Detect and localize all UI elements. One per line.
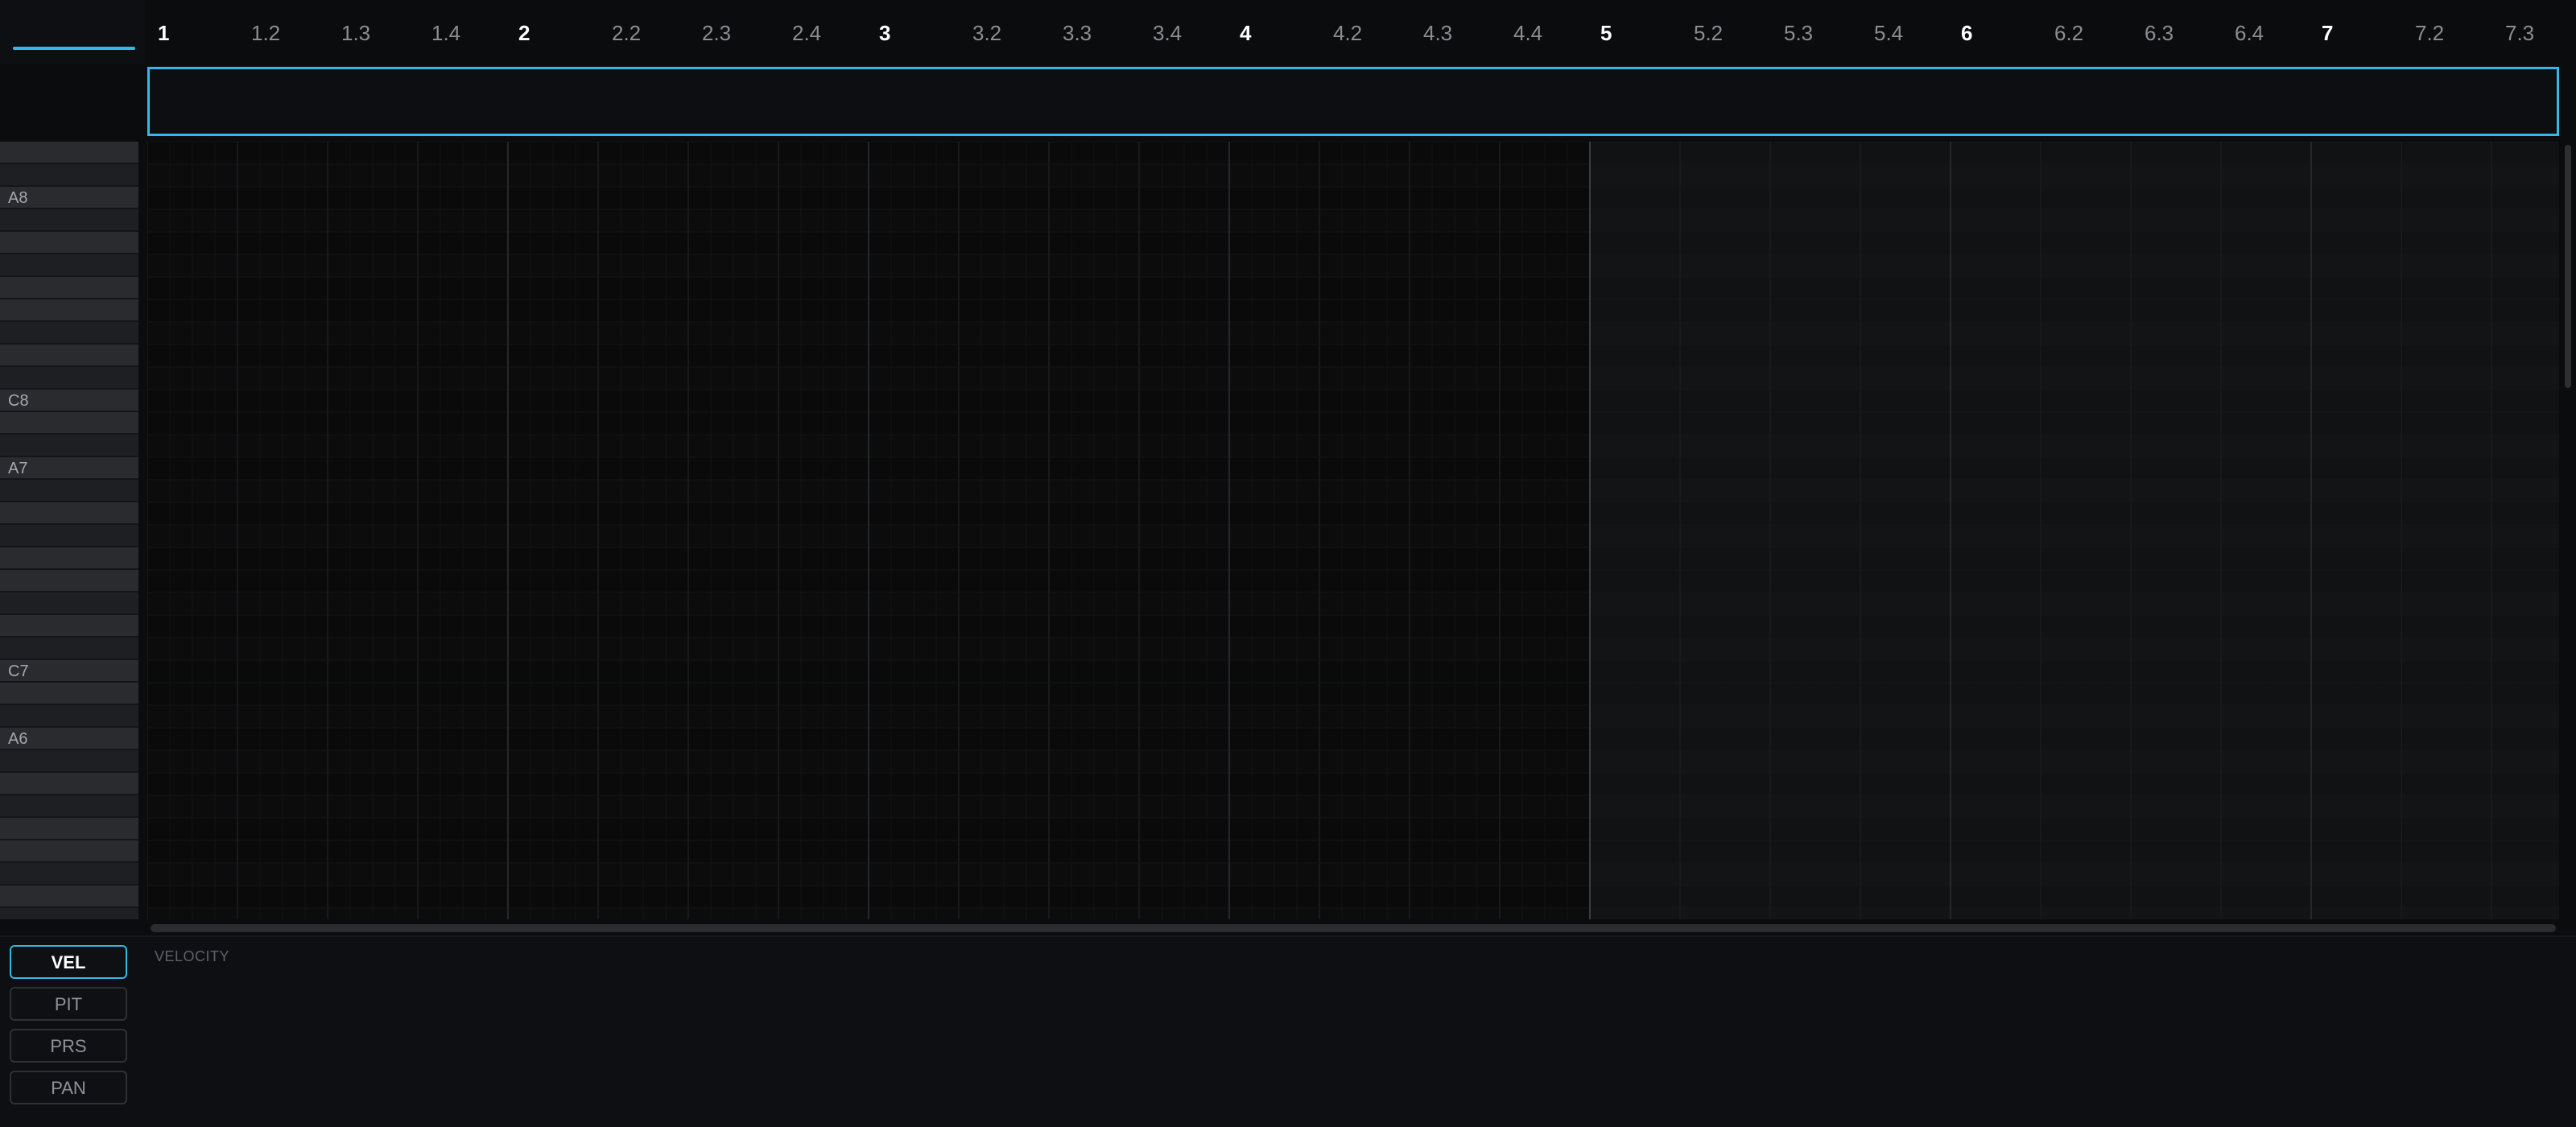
piano-key-f6[interactable] — [0, 818, 138, 840]
clip-region[interactable] — [147, 67, 2559, 136]
piano-key-as8[interactable] — [0, 164, 138, 187]
piano-key-gs6[interactable] — [0, 750, 138, 773]
piano-key-cs8[interactable] — [0, 367, 138, 390]
timeline-ruler[interactable]: 1 1.2 1.3 1.4 2 2.2 2.3 2.4 3 3.2 3.3 3.4 4 4.2 4.3 4.4… — [145, 0, 2576, 64]
key-label-a6: A6 — [8, 730, 28, 748]
piano-key-fs6[interactable] — [0, 795, 138, 818]
ruler-tick-2: 2 — [518, 21, 530, 45]
piano-key-b6[interactable] — [0, 683, 138, 705]
piano-key-as6[interactable] — [0, 705, 138, 728]
grid-row-shade — [147, 480, 2559, 502]
lane-title: VELOCITY — [155, 948, 230, 964]
ruler-tick-5-4: 5.4 — [1874, 21, 1904, 45]
note-grid[interactable] — [147, 142, 2559, 919]
piano-keyboard[interactable]: A8 C8 A7 C7 A6 — [0, 142, 138, 919]
piano-key-d6[interactable] — [0, 886, 138, 908]
grid-row-shade — [147, 254, 2559, 277]
ruler-tick-3-2: 3.2 — [972, 21, 1002, 45]
key-label-a7: A7 — [8, 460, 28, 477]
grid-row-shade — [147, 705, 2559, 728]
ruler-tick-1-4: 1.4 — [431, 21, 461, 45]
ruler-tick-7-2: 7.2 — [2415, 21, 2445, 45]
horizontal-scroll-thumb[interactable] — [151, 924, 2556, 932]
ruler-tick-1-3: 1.3 — [341, 21, 371, 45]
grid-canvas — [147, 142, 2559, 919]
ruler-tick-7-3: 7.3 — [2505, 21, 2535, 45]
piano-key-b8[interactable] — [0, 142, 138, 164]
piano-key-g6[interactable] — [0, 773, 138, 795]
grid-row-shade — [147, 164, 2559, 187]
ruler-tick-5: 5 — [1600, 21, 1612, 45]
key-label-c7: C7 — [8, 663, 29, 680]
piano-key-g7[interactable] — [0, 502, 138, 525]
ruler-tick-4: 4 — [1240, 21, 1252, 45]
piano-key-e6[interactable] — [0, 840, 138, 863]
vertical-scroll-thumb[interactable] — [2565, 145, 2571, 388]
piano-key-as7[interactable] — [0, 435, 138, 457]
ruler-tick-3-3: 3.3 — [1063, 21, 1092, 45]
lane-button-prs[interactable]: PRS — [10, 1029, 127, 1063]
piano-key-d7[interactable] — [0, 615, 138, 638]
piano-key-d8[interactable] — [0, 345, 138, 367]
key-label-c8: C8 — [8, 392, 29, 410]
corner-panel — [0, 0, 145, 64]
piano-key-fs7[interactable] — [0, 525, 138, 547]
ruler-tick-2-3: 2.3 — [702, 21, 732, 45]
ruler-tick-6-4: 6.4 — [2235, 21, 2264, 45]
ruler-tick-5-2: 5.2 — [1694, 21, 1724, 45]
piano-key-cs6[interactable] — [0, 908, 138, 919]
key-label-a8: A8 — [8, 189, 28, 207]
ruler-tick-4-2: 4.2 — [1333, 21, 1363, 45]
piano-key-ds8[interactable] — [0, 322, 138, 345]
ruler-tick-1-2: 1.2 — [251, 21, 281, 45]
ruler-tick-6-2: 6.2 — [2054, 21, 2084, 45]
ruler-tick-6-3: 6.3 — [2145, 21, 2174, 45]
zoom-indicator[interactable] — [13, 47, 135, 50]
ruler-tick-2-4: 2.4 — [792, 21, 822, 45]
piano-key-gs8[interactable] — [0, 209, 138, 232]
grid-row-shade — [147, 750, 2559, 773]
piano-key-g8[interactable] — [0, 232, 138, 254]
piano-key-cs7[interactable] — [0, 638, 138, 660]
piano-key-gs7[interactable] — [0, 480, 138, 502]
piano-key-fs8[interactable] — [0, 254, 138, 277]
ruler-tick-2-2: 2.2 — [612, 21, 642, 45]
grid-row-shade — [147, 795, 2559, 818]
piano-key-ds6[interactable] — [0, 863, 138, 886]
grid-row-shade — [147, 638, 2559, 660]
piano-key-b7[interactable] — [0, 412, 138, 435]
piano-key-e7[interactable] — [0, 570, 138, 592]
ruler-tick-4-3: 4.3 — [1423, 21, 1453, 45]
grid-row-shade — [147, 209, 2559, 232]
ruler-tick-3: 3 — [879, 21, 891, 45]
ruler-tick-3-4: 3.4 — [1153, 21, 1183, 45]
piano-key-ds7[interactable] — [0, 592, 138, 615]
ruler-tick-4-4: 4.4 — [1513, 21, 1543, 45]
automation-lane-panel — [0, 935, 2576, 1127]
ruler-tick-6: 6 — [1961, 21, 1973, 45]
grid-row-shade — [147, 908, 2559, 919]
ruler-tick-7: 7 — [2322, 21, 2334, 45]
ruler-tick-1: 1 — [158, 21, 170, 45]
grid-row-shade — [147, 525, 2559, 547]
piano-key-f8[interactable] — [0, 277, 138, 299]
grid-row-shade — [147, 863, 2559, 886]
lane-button-vel[interactable]: VEL — [10, 945, 127, 979]
lane-button-pit[interactable]: PIT — [10, 987, 127, 1021]
piano-key-f7[interactable] — [0, 547, 138, 570]
lane-button-pan[interactable]: PAN — [10, 1071, 127, 1104]
grid-row-shade — [147, 322, 2559, 345]
ruler-tick-5-3: 5.3 — [1784, 21, 1814, 45]
grid-row-shade — [147, 367, 2559, 390]
grid-row-shade — [147, 592, 2559, 615]
piano-key-e8[interactable] — [0, 299, 138, 322]
grid-row-shade — [147, 435, 2559, 457]
